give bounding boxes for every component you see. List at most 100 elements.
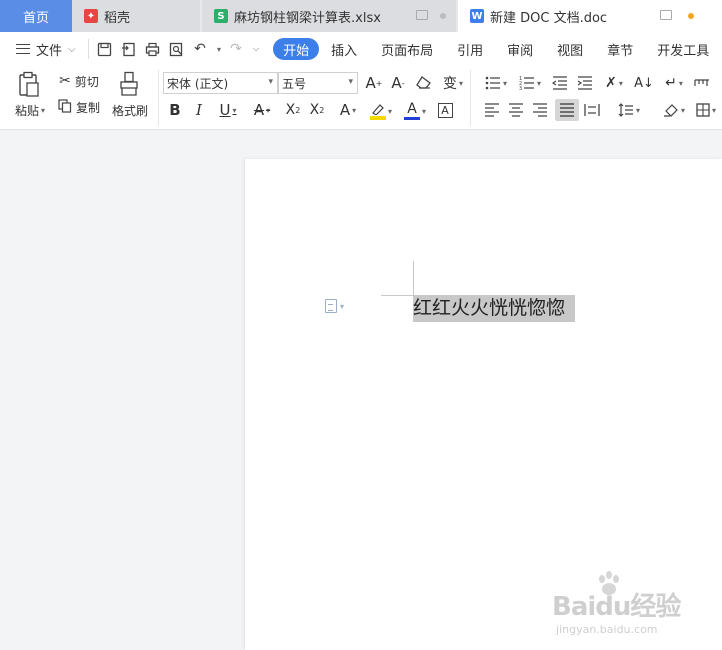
highlighter-icon xyxy=(369,103,386,120)
font-color-swatch xyxy=(403,117,420,120)
paste-icon[interactable] xyxy=(14,70,44,100)
tab-docer-label: 稻壳 xyxy=(104,10,131,26)
tab-review[interactable]: 审阅 xyxy=(495,38,545,60)
align-left-icon[interactable] xyxy=(482,100,502,120)
chevron-down-icon: ▾ xyxy=(340,301,345,311)
subscript-icon[interactable]: X2 xyxy=(306,100,328,120)
quick-access-toolbar: ↶ ▾ ↷ ⌵ xyxy=(88,39,259,59)
bullet-list-icon[interactable]: ▾ xyxy=(482,73,510,93)
text-effect-icon[interactable]: A ▾ xyxy=(334,100,362,120)
decrease-font-icon[interactable]: A- xyxy=(388,73,408,93)
customize-toolbar-icon[interactable]: ⌵ xyxy=(253,44,259,54)
chevron-down-icon: ▾ xyxy=(348,77,353,87)
tab-spreadsheet-label: 麻坊钢柱钢梁计算表.xlsx xyxy=(234,10,381,26)
tab-developer[interactable]: 开发工具 xyxy=(645,38,721,60)
save-icon[interactable] xyxy=(95,40,113,58)
tab-view[interactable]: 视图 xyxy=(545,38,595,60)
tab-page-layout[interactable]: 页面布局 xyxy=(369,38,445,60)
tab-bar: 首页 ✦ 稻壳 S 麻坊钢柱钢梁计算表.xlsx W 新建 DOC 文档.doc xyxy=(0,0,722,32)
tab-home[interactable]: 首页 xyxy=(0,0,72,32)
menu-row: 文件 ⌵ ↶ ▾ ↷ ⌵ 开始 插入 页面布局 引用 审阅 视图 章节 开发工具 xyxy=(0,32,722,66)
print-preview-icon[interactable] xyxy=(167,40,185,58)
shading-icon[interactable]: ▾ xyxy=(660,100,688,120)
underline-icon[interactable]: U ▾ xyxy=(214,100,242,120)
unsaved-dot-icon xyxy=(440,13,446,19)
format-painter-label: 格式刷 xyxy=(111,103,148,118)
font-color-icon: A xyxy=(403,102,420,120)
docer-icon: ✦ xyxy=(84,9,98,23)
undo-dropdown-icon[interactable]: ▾ xyxy=(217,45,221,54)
ruler-icon[interactable] xyxy=(692,73,712,93)
phonetic-guide-icon[interactable]: 变 ▾ xyxy=(440,73,466,93)
divider xyxy=(158,70,159,126)
align-center-icon[interactable] xyxy=(506,100,526,120)
highlight-color-button[interactable]: ▾ xyxy=(366,100,396,122)
print-icon[interactable] xyxy=(143,40,161,58)
writer-icon: W xyxy=(470,9,484,23)
window-icon[interactable] xyxy=(660,10,672,20)
bold-icon[interactable]: B xyxy=(166,100,184,120)
scissors-icon: ✂ xyxy=(59,73,71,89)
paste-button[interactable]: 粘贴 ▾ xyxy=(10,102,50,118)
copy-icon xyxy=(58,98,72,116)
increase-font-icon[interactable]: A + xyxy=(364,73,384,93)
format-painter-button[interactable]: 格式刷 xyxy=(108,102,152,118)
selected-text[interactable]: 红红火火恍恍惚惚 xyxy=(413,295,576,322)
cut-button[interactable]: ✂ 剪切 xyxy=(54,72,104,90)
line-spacing-icon[interactable]: ▾ xyxy=(614,100,644,120)
align-justify-icon[interactable] xyxy=(555,99,579,121)
strikethrough-icon[interactable]: A ▾ xyxy=(248,100,276,120)
copy-button[interactable]: 复制 xyxy=(54,98,104,116)
tab-document-label: 新建 DOC 文档.doc xyxy=(490,10,608,26)
export-pdf-icon[interactable] xyxy=(119,40,137,58)
font-color-dropdown-icon: ▾ xyxy=(421,106,426,116)
spreadsheet-icon: S xyxy=(214,9,228,23)
tab-insert[interactable]: 插入 xyxy=(319,38,369,60)
align-right-icon[interactable] xyxy=(530,100,550,120)
font-color-button[interactable]: A ▾ xyxy=(400,100,430,122)
tab-home-label: 首页 xyxy=(22,10,49,26)
divider xyxy=(470,70,471,126)
redo-icon[interactable]: ↷ xyxy=(227,40,245,58)
font-name-select[interactable]: 宋体 (正文) ▾ xyxy=(163,72,278,94)
italic-icon[interactable]: I xyxy=(190,100,208,120)
margin-marker xyxy=(381,295,414,296)
chevron-down-icon: ▾ xyxy=(268,77,273,87)
paragraph-layout-button[interactable]: ▾ xyxy=(325,299,344,313)
line-break-icon[interactable]: ↵ ▾ xyxy=(660,73,688,93)
chevron-down-icon: ⌵ xyxy=(68,43,76,55)
hamburger-icon xyxy=(16,44,30,54)
ribbon: 粘贴 ▾ ✂ 剪切 复制 格式刷 宋体 (正文) ▾ 五号 ▾ A + A- 变 ▾ … xyxy=(0,66,722,130)
undo-icon[interactable]: ↶ xyxy=(191,40,209,58)
paste-dropdown-icon: ▾ xyxy=(41,105,46,115)
chinese-layout-icon[interactable]: ✗ ▾ xyxy=(600,73,628,93)
watermark-brand: Baidu经验 xyxy=(552,592,681,622)
svg-text:3: 3 xyxy=(519,86,522,90)
tab-sections[interactable]: 章节 xyxy=(595,38,645,60)
copy-label: 复制 xyxy=(75,100,100,115)
cut-label: 剪切 xyxy=(74,74,99,89)
tab-docer[interactable]: ✦ 稻壳 xyxy=(72,0,200,32)
sort-icon[interactable]: A↓ xyxy=(634,73,654,93)
decrease-indent-icon[interactable] xyxy=(550,73,570,93)
borders-icon[interactable]: ▾ xyxy=(692,100,720,120)
distributed-align-icon[interactable] xyxy=(582,100,602,120)
ribbon-tabs: 开始 插入 页面布局 引用 审阅 视图 章节 开发工具 xyxy=(273,38,721,60)
file-menu-label: 文件 xyxy=(36,43,63,59)
font-size-select[interactable]: 五号 ▾ xyxy=(278,72,358,94)
format-painter-icon[interactable] xyxy=(116,70,142,98)
window-icon[interactable] xyxy=(416,10,428,20)
increase-indent-icon[interactable] xyxy=(575,73,595,93)
superscript-icon[interactable]: X2 xyxy=(282,100,304,120)
clear-format-icon[interactable] xyxy=(414,73,434,93)
paste-label: 粘贴 xyxy=(14,103,39,118)
character-border-icon[interactable]: A xyxy=(436,101,454,119)
font-size-value: 五号 xyxy=(282,76,307,91)
watermark-url: jingyan.baidu.com xyxy=(556,623,658,636)
tab-document[interactable]: W 新建 DOC 文档.doc xyxy=(458,0,722,32)
tab-start[interactable]: 开始 xyxy=(273,38,320,60)
numbered-list-icon[interactable]: 1 2 3 ▾ xyxy=(516,73,544,93)
tab-spreadsheet[interactable]: S 麻坊钢柱钢梁计算表.xlsx xyxy=(202,0,456,32)
tab-references[interactable]: 引用 xyxy=(445,38,495,60)
file-menu-button[interactable]: 文件 ⌵ xyxy=(0,40,88,59)
